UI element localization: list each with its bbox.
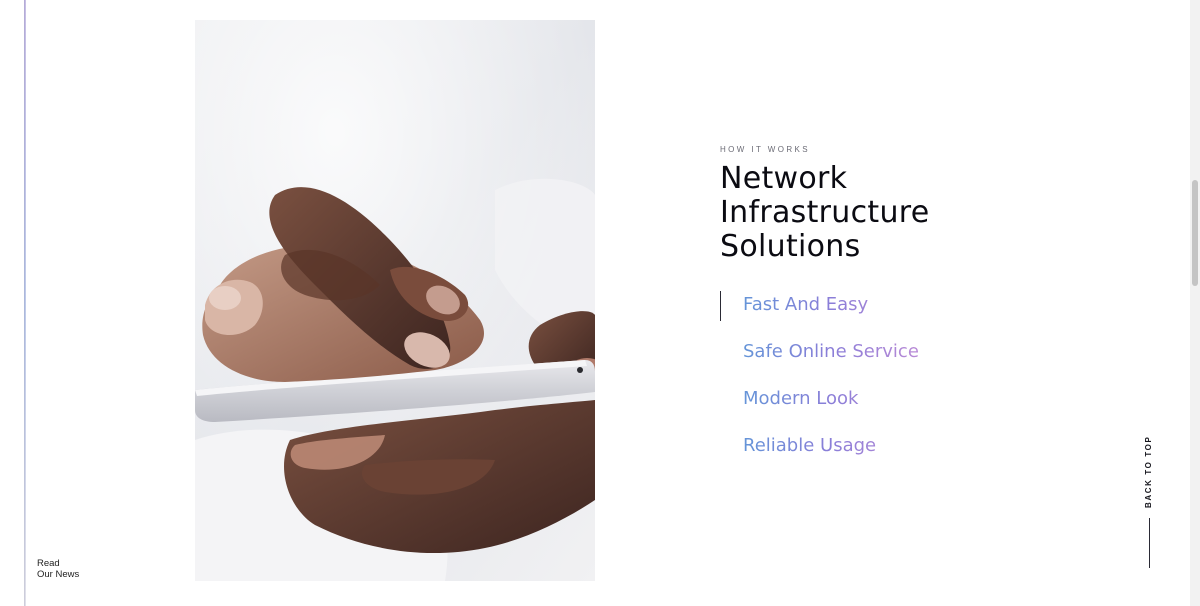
feature-tab-modern-look[interactable]: Modern Look bbox=[720, 384, 919, 431]
read-our-news-link[interactable]: Read Our News bbox=[37, 558, 79, 580]
scrollbar-track[interactable] bbox=[1190, 0, 1200, 606]
title-line1: Network bbox=[720, 161, 848, 196]
section-title: Network Infrastructure Solutions bbox=[720, 162, 929, 264]
news-link-line1: Read bbox=[37, 558, 60, 569]
scrollbar-thumb[interactable] bbox=[1192, 180, 1198, 286]
feature-tab-reliable-usage[interactable]: Reliable Usage bbox=[720, 431, 919, 478]
feature-tab-safe-online-service[interactable]: Safe Online Service bbox=[720, 337, 919, 384]
back-to-top-button[interactable]: BACK TO TOP bbox=[1138, 436, 1162, 570]
hero-photo bbox=[195, 20, 595, 581]
title-line2: Infrastructure bbox=[720, 195, 930, 230]
back-to-top-line bbox=[1149, 518, 1150, 568]
left-rail-accent bbox=[24, 0, 26, 606]
title-line3: Solutions bbox=[720, 229, 861, 264]
section-eyebrow: HOW IT WORKS bbox=[720, 145, 810, 154]
back-to-top-label: BACK TO TOP bbox=[1144, 435, 1153, 508]
hands-phone-illustration bbox=[195, 20, 595, 581]
news-link-line2: Our News bbox=[37, 569, 80, 580]
page: Read Our News HOW IT WORKS Network Infra… bbox=[0, 0, 1200, 606]
feature-tabs: Fast And Easy Safe Online Service Modern… bbox=[720, 290, 919, 478]
feature-tab-fast-and-easy[interactable]: Fast And Easy bbox=[720, 290, 919, 337]
